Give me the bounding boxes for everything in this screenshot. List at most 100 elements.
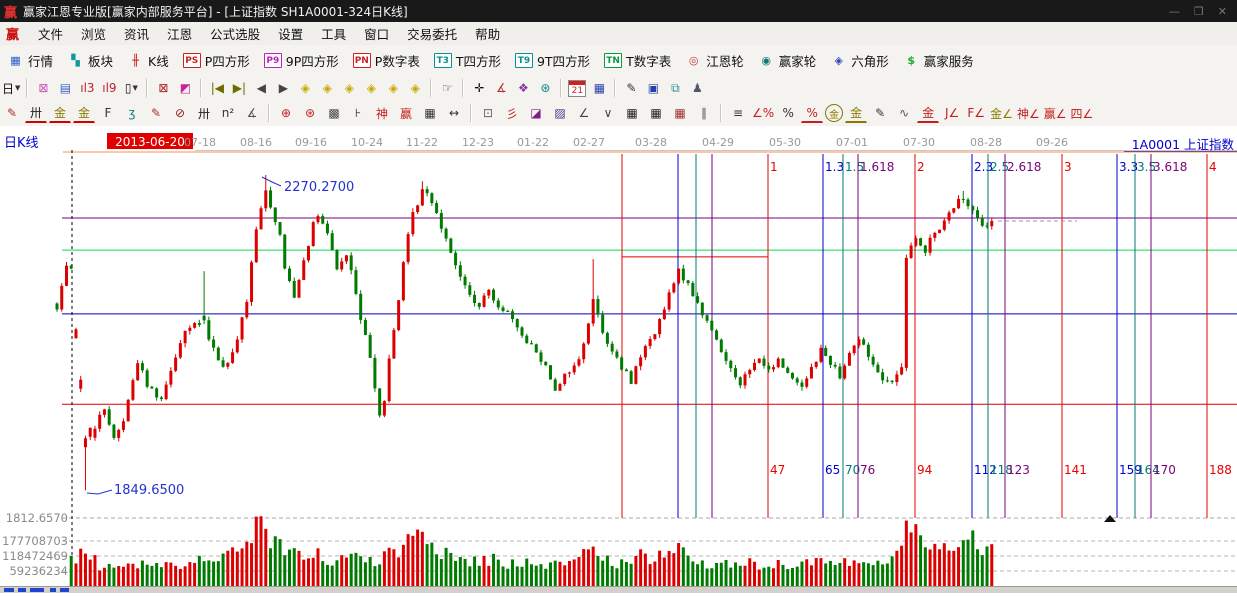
diamond-nav-2[interactable]: ◈: [317, 78, 337, 99]
parallel-tool[interactable]: ∥: [693, 103, 715, 124]
winner-service-button[interactable]: $赢家服务: [903, 51, 974, 70]
bars-tool[interactable]: ≡: [727, 103, 749, 124]
fold-angle-tool[interactable]: ∡: [241, 103, 263, 124]
percent-line-tool[interactable]: %: [801, 103, 823, 123]
swirl-teal-tool[interactable]: ⊛: [535, 78, 555, 99]
winner-wheel-button[interactable]: ◉赢家轮: [758, 51, 817, 70]
chart-canvas[interactable]: 日K线2013-06-2007-1808-1609-1610-2411-2212…: [0, 126, 1237, 593]
volume-series[interactable]: [70, 516, 994, 586]
diamond-nav-4[interactable]: ◈: [361, 78, 381, 99]
color-chart-tool[interactable]: ◩: [175, 78, 195, 99]
close-button[interactable]: ✕: [1218, 5, 1227, 18]
grid-4-tool[interactable]: ▦: [645, 103, 667, 124]
gann-wheel-button[interactable]: ◎江恩轮: [685, 51, 744, 70]
ying-angle-tool[interactable]: 赢∠: [1043, 103, 1068, 124]
shen-grid-tool[interactable]: 神: [371, 103, 393, 124]
circle-cut-tool[interactable]: ⊘: [169, 103, 191, 124]
candle-style-selector[interactable]: ▯▼: [121, 78, 141, 99]
hexagon-button[interactable]: ◈六角形: [830, 51, 889, 70]
p-square-button[interactable]: PSP四方形: [183, 51, 250, 70]
p9-square-button[interactable]: P99P四方形: [264, 51, 339, 70]
menu-settings[interactable]: 设置: [269, 27, 312, 42]
period-day-selector[interactable]: 日▼: [1, 78, 21, 99]
wave-tool[interactable]: ∿: [893, 103, 915, 124]
gann-web-tool[interactable]: ⊛: [299, 103, 321, 124]
pattern-pink-tool[interactable]: ⊠: [33, 78, 53, 99]
last-bar-button[interactable]: ▶|: [229, 78, 249, 99]
angle-line-tool[interactable]: ∠: [573, 103, 595, 124]
span-tool[interactable]: ↔: [443, 103, 465, 124]
capture-button[interactable]: ⧉: [665, 78, 685, 99]
menu-news[interactable]: 资讯: [115, 27, 158, 42]
angle-measure-tool[interactable]: ∡: [491, 78, 511, 99]
j-angle-tool[interactable]: J∠: [941, 103, 963, 124]
gann-web-2-tool[interactable]: ▩: [323, 103, 345, 124]
f-angle-tool[interactable]: F∠: [965, 103, 987, 124]
chart-area[interactable]: 日K线2013-06-2007-1808-1609-1610-2411-2212…: [0, 126, 1237, 593]
menu-formula-stock-pick[interactable]: 公式选股: [201, 27, 269, 42]
crosshair-tool[interactable]: ✛: [469, 78, 489, 99]
grid-2-tool[interactable]: 卅: [193, 103, 215, 124]
menu-browse[interactable]: 浏览: [72, 27, 115, 42]
gold-grid-tool[interactable]: 金: [49, 103, 71, 123]
t-square-button[interactable]: T3T四方形: [434, 51, 501, 70]
box-tool[interactable]: ⊡: [477, 103, 499, 124]
save-button[interactable]: ▣: [643, 78, 663, 99]
ying-grid-tool[interactable]: 赢: [395, 103, 417, 124]
s-curve-tool[interactable]: ʒ: [121, 103, 143, 124]
web-box-tool[interactable]: ▨: [549, 103, 571, 124]
menu-help[interactable]: 帮助: [466, 27, 509, 42]
menu-gann[interactable]: 江恩: [158, 27, 201, 42]
notes-button[interactable]: ✎: [621, 78, 641, 99]
n-square-tool[interactable]: n²: [217, 103, 239, 124]
percent-angle-tool[interactable]: ∠%: [751, 103, 775, 124]
sectors-button[interactable]: ▚板块: [67, 51, 113, 70]
diamond-nav-3[interactable]: ◈: [339, 78, 359, 99]
prev-bar-button[interactable]: ◀: [251, 78, 271, 99]
calendar-button[interactable]: 21: [567, 78, 587, 99]
symbol-label[interactable]: 1A0001 上证指数: [1132, 137, 1235, 152]
first-bar-button[interactable]: |◀: [207, 78, 227, 99]
check-line-tool[interactable]: ∨: [597, 103, 619, 124]
diamond-nav-6[interactable]: ◈: [405, 78, 425, 99]
minimize-button[interactable]: —: [1169, 5, 1180, 18]
grid-tool[interactable]: 卅: [25, 103, 47, 123]
shen-angle-tool[interactable]: 神∠: [1016, 103, 1041, 124]
gold-underline-tool[interactable]: 金: [917, 103, 939, 123]
gold-grid-2-tool[interactable]: 金: [73, 103, 95, 123]
gold-line-tool[interactable]: 金: [845, 103, 867, 123]
drag-hand-tool[interactable]: ☞: [437, 78, 457, 99]
f-grid-tool[interactable]: F: [97, 103, 119, 124]
si-angle-tool[interactable]: 四∠: [1069, 103, 1094, 124]
brush-2-tool[interactable]: ✎: [145, 103, 167, 124]
diamond-nav-5[interactable]: ◈: [383, 78, 403, 99]
diamond-nav-1[interactable]: ◈: [295, 78, 315, 99]
next-bar-button[interactable]: ▶: [273, 78, 293, 99]
menu-trade[interactable]: 交易委托: [398, 27, 466, 42]
wave-9-tool[interactable]: ıl9: [99, 78, 119, 99]
gold-angle-tool[interactable]: 金∠: [989, 103, 1014, 124]
restore-button[interactable]: ❐: [1194, 5, 1204, 18]
menu-file[interactable]: 文件: [29, 27, 72, 42]
service-agent-button[interactable]: ♟: [687, 78, 707, 99]
grid-3-tool[interactable]: ▦: [621, 103, 643, 124]
info-panel-tool[interactable]: ▤: [55, 78, 75, 99]
candle-note-tool[interactable]: ✎: [869, 103, 891, 124]
t-number-table-button[interactable]: TNT数字表: [604, 51, 671, 70]
pattern-red-tool[interactable]: ⊠: [153, 78, 173, 99]
kline-button[interactable]: ╫K线: [127, 51, 169, 70]
t9-square-button[interactable]: T99T四方形: [515, 51, 590, 70]
gann-circle-tool[interactable]: ⊕: [275, 103, 297, 124]
brush-tool[interactable]: ✎: [1, 103, 23, 124]
p-number-table-button[interactable]: PNP数字表: [353, 51, 420, 70]
percent-tool[interactable]: %: [777, 103, 799, 124]
menu-tools[interactable]: 工具: [312, 27, 355, 42]
market-quotes-button[interactable]: ▦行情: [7, 51, 53, 70]
gold-circle-tool[interactable]: 金: [825, 104, 843, 122]
menu-window[interactable]: 窗口: [355, 27, 398, 42]
candlestick-series[interactable]: [56, 175, 994, 490]
knot-purple-tool[interactable]: ❖: [513, 78, 533, 99]
wave-3-tool[interactable]: ıl3: [77, 78, 97, 99]
grid-red-tool[interactable]: ▦: [669, 103, 691, 124]
retrace-tool[interactable]: ⊦: [347, 103, 369, 124]
